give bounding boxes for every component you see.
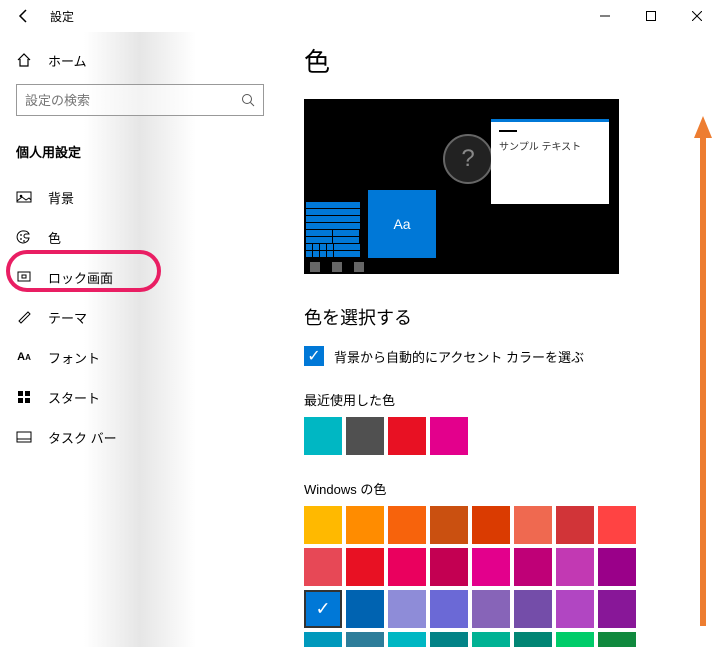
sidebar-item-label: 色 xyxy=(48,228,61,247)
color-swatch[interactable] xyxy=(346,632,384,647)
close-icon xyxy=(692,11,702,21)
home-icon xyxy=(16,52,32,68)
color-swatch[interactable] xyxy=(430,506,468,544)
color-swatch[interactable] xyxy=(598,506,636,544)
close-button[interactable] xyxy=(674,0,720,32)
color-swatch[interactable] xyxy=(388,506,426,544)
recent-color-swatch[interactable] xyxy=(388,417,426,455)
recent-colors xyxy=(304,417,696,455)
page-title: 色 xyxy=(304,42,696,79)
color-swatch[interactable] xyxy=(304,632,342,647)
preview-start-tiles xyxy=(306,202,360,258)
preview-taskbar xyxy=(304,260,619,274)
brush-icon xyxy=(16,309,32,325)
color-swatch[interactable] xyxy=(556,506,594,544)
sidebar: ホーム 個人用設定 背景 色 ロック画面 テーマ AA フォント ス xyxy=(0,32,280,647)
color-swatch[interactable] xyxy=(304,548,342,586)
auto-accent-label: 背景から自動的にアクセント カラーを選ぶ xyxy=(334,347,584,366)
color-swatch[interactable] xyxy=(346,590,384,628)
sidebar-item-start[interactable]: スタート xyxy=(0,377,280,417)
back-arrow-icon xyxy=(16,8,32,24)
windows-color-grid xyxy=(304,506,696,647)
color-swatch[interactable] xyxy=(514,632,552,647)
auto-accent-checkbox[interactable]: ✓ xyxy=(304,346,324,366)
color-swatch[interactable] xyxy=(472,506,510,544)
taskbar-icon xyxy=(16,429,32,445)
sample-text: サンプル テキスト xyxy=(499,138,601,153)
sidebar-item-label: フォント xyxy=(48,348,100,367)
preview-window: サンプル テキスト xyxy=(491,119,609,204)
color-swatch[interactable] xyxy=(472,632,510,647)
picture-icon xyxy=(16,189,32,205)
user-avatar-icon: ? xyxy=(443,134,493,184)
search-field[interactable] xyxy=(25,93,241,108)
color-swatch[interactable] xyxy=(346,548,384,586)
color-swatch[interactable] xyxy=(430,590,468,628)
color-swatch[interactable] xyxy=(472,590,510,628)
color-swatch[interactable] xyxy=(304,590,342,628)
recent-color-swatch[interactable] xyxy=(430,417,468,455)
color-swatch[interactable] xyxy=(514,506,552,544)
color-swatch[interactable] xyxy=(388,548,426,586)
recent-color-swatch[interactable] xyxy=(346,417,384,455)
color-swatch[interactable] xyxy=(430,632,468,647)
color-swatch[interactable] xyxy=(472,548,510,586)
color-swatch[interactable] xyxy=(514,590,552,628)
minimize-icon xyxy=(600,11,610,21)
preview-big-tile: Aa xyxy=(368,190,436,258)
color-preview: ? サンプル テキスト Aa xyxy=(304,99,619,274)
color-swatch[interactable] xyxy=(556,632,594,647)
start-icon xyxy=(16,389,32,405)
recent-colors-label: 最近使用した色 xyxy=(304,390,696,409)
color-swatch[interactable] xyxy=(388,590,426,628)
color-swatch[interactable] xyxy=(514,548,552,586)
color-swatch[interactable] xyxy=(304,506,342,544)
sidebar-section-header: 個人用設定 xyxy=(0,132,280,177)
sidebar-item-label: ロック画面 xyxy=(48,268,113,287)
color-swatch[interactable] xyxy=(388,632,426,647)
maximize-button[interactable] xyxy=(628,0,674,32)
sidebar-item-colors[interactable]: 色 xyxy=(0,217,280,257)
color-swatch[interactable] xyxy=(430,548,468,586)
minimize-button[interactable] xyxy=(582,0,628,32)
windows-colors-label: Windows の色 xyxy=(304,479,696,498)
search-icon xyxy=(241,93,255,107)
main-content: 色 ? サンプル テキスト Aa 色を選択する xyxy=(280,32,720,647)
lock-icon xyxy=(16,269,32,285)
choose-color-heading: 色を選択する xyxy=(304,304,696,330)
sidebar-item-label: テーマ xyxy=(48,308,87,327)
back-button[interactable] xyxy=(8,0,40,32)
recent-color-swatch[interactable] xyxy=(304,417,342,455)
color-swatch[interactable] xyxy=(598,590,636,628)
sidebar-item-background[interactable]: 背景 xyxy=(0,177,280,217)
color-swatch[interactable] xyxy=(556,548,594,586)
color-swatch[interactable] xyxy=(556,590,594,628)
sidebar-item-label: スタート xyxy=(48,388,100,407)
sidebar-item-label: 背景 xyxy=(48,188,74,207)
sidebar-item-fonts[interactable]: AA フォント xyxy=(0,337,280,377)
window-title: 設定 xyxy=(50,8,74,25)
nav-home[interactable]: ホーム xyxy=(0,40,280,80)
sidebar-item-taskbar[interactable]: タスク バー xyxy=(0,417,280,457)
nav-home-label: ホーム xyxy=(48,51,87,70)
search-input[interactable] xyxy=(16,84,264,116)
font-icon: AA xyxy=(16,349,32,365)
sidebar-item-themes[interactable]: テーマ xyxy=(0,297,280,337)
sidebar-item-lockscreen[interactable]: ロック画面 xyxy=(0,257,280,297)
sidebar-item-label: タスク バー xyxy=(48,428,117,447)
color-swatch[interactable] xyxy=(346,506,384,544)
palette-icon xyxy=(16,229,32,245)
color-swatch[interactable] xyxy=(598,548,636,586)
color-swatch[interactable] xyxy=(598,632,636,647)
maximize-icon xyxy=(646,11,656,21)
